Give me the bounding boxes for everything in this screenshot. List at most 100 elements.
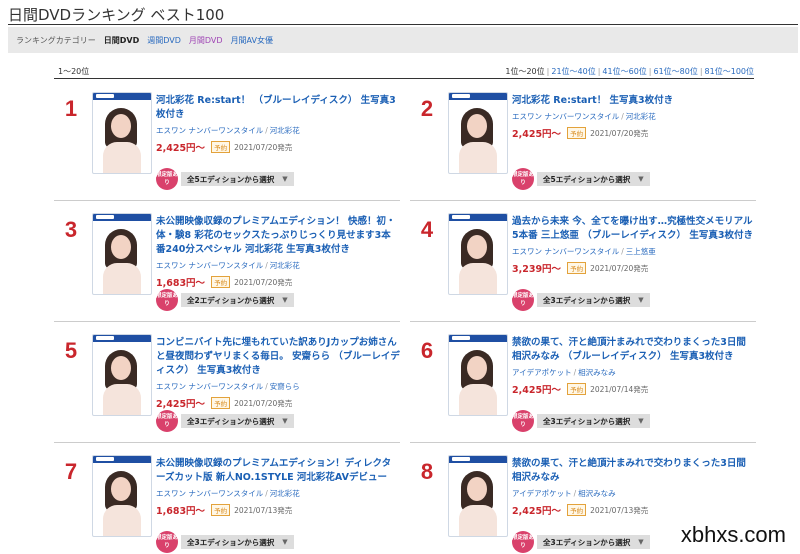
product-jacket-image[interactable] xyxy=(448,334,508,416)
product-title-link[interactable]: 河北彩花 Re:start！ 生写真3枚付き xyxy=(512,94,756,108)
limited-edition-badge: 限定版あり xyxy=(156,168,178,190)
bluray-band xyxy=(93,335,151,342)
limited-edition-badge: 限定版あり xyxy=(512,531,534,553)
product-title-link[interactable]: 未公開映像収録のプレミアムエディション！ 快感！初・体・験8 彩花のセックスたっ… xyxy=(156,215,400,257)
price: 1,683円〜 xyxy=(156,278,206,289)
category-daily-dvd[interactable]: 日間DVD xyxy=(104,35,139,46)
page-title: 日間DVDランキング ベスト100 xyxy=(8,6,225,24)
edition-select[interactable]: 全3エディションから選択 ▼ xyxy=(537,535,650,549)
product-title-link[interactable]: 過去から未来 今、全てを曝け出す…究極性交メモリアル5本番 三上悠亜 （ブルーレ… xyxy=(512,215,756,243)
maker-link[interactable]: エスワン ナンバーワンスタイル xyxy=(156,382,263,391)
watermark: xbhxs.com xyxy=(676,522,790,548)
product-jacket-image[interactable] xyxy=(448,92,508,174)
ranking-item: 4 過去から未来 今、全てを曝け出す…究極性交メモリアル5本番 三上悠亜 （ブル… xyxy=(410,201,756,322)
price: 2,425円〜 xyxy=(512,385,562,396)
bluray-band xyxy=(449,93,507,100)
preorder-badge: 予約 xyxy=(567,127,587,139)
price: 2,425円〜 xyxy=(156,399,206,410)
edition-select-label: 全3エディションから選択 xyxy=(543,295,631,305)
ranking-column-left: 1 河北彩花 Re:start！ （ブルーレイディスク） 生写真3枚付き エスワ… xyxy=(54,80,400,554)
product-title-link[interactable]: 禁欲の果て、汗と絶頂汁まみれで交わりまくった3日間 相沢みなみ （ブルーレイディ… xyxy=(512,336,756,364)
product-jacket-image[interactable] xyxy=(92,92,152,174)
edition-select[interactable]: 全5エディションから選択 ▼ xyxy=(537,172,650,186)
actress-link[interactable]: 河北彩花 xyxy=(270,261,300,270)
pager-link[interactable]: 21位〜40位 xyxy=(551,67,595,76)
actress-link[interactable]: 相沢みなみ xyxy=(578,489,616,498)
pager-link[interactable]: 1位〜20位 xyxy=(505,67,544,76)
price-row: 2,425円〜 予約 2021/07/20発売 xyxy=(512,126,756,140)
product-title-link[interactable]: 未公開映像収録のプレミアムエディション！ディレクターズカット版 新人NO.1ST… xyxy=(156,457,400,485)
edition-select[interactable]: 全2エディションから選択 ▼ xyxy=(181,293,294,307)
product-jacket-image[interactable] xyxy=(92,334,152,416)
ranking-item: 7 未公開映像収録のプレミアムエディション！ディレクターズカット版 新人NO.1… xyxy=(54,443,400,554)
maker-link[interactable]: エスワン ナンバーワンスタイル xyxy=(156,261,263,270)
limited-edition-badge: 限定版あり xyxy=(512,168,534,190)
product-meta: アイデアポケット / 相沢みなみ xyxy=(512,489,616,498)
product-meta: エスワン ナンバーワンスタイル / 安齋らら xyxy=(156,382,300,391)
product-meta: エスワン ナンバーワンスタイル / 河北彩花 xyxy=(512,112,656,121)
edition-select-label: 全5エディションから選択 xyxy=(543,174,631,184)
pager-link[interactable]: 81位〜100位 xyxy=(705,67,754,76)
edition-select[interactable]: 全3エディションから選択 ▼ xyxy=(181,535,294,549)
rank-number: 1 xyxy=(64,96,78,121)
maker-link[interactable]: エスワン ナンバーワンスタイル xyxy=(512,247,619,256)
edition-select-label: 全5エディションから選択 xyxy=(187,174,275,184)
release-date: 2021/07/20発売 xyxy=(234,398,293,408)
chevron-down-icon: ▼ xyxy=(282,538,288,546)
maker-link[interactable]: エスワン ナンバーワンスタイル xyxy=(156,489,263,498)
maker-link[interactable]: アイデアポケット xyxy=(512,368,572,377)
edition-select[interactable]: 全3エディションから選択 ▼ xyxy=(537,293,650,307)
release-date: 2021/07/20発売 xyxy=(234,277,293,287)
product-title-link[interactable]: 禁欲の果て、汗と絶頂汁まみれで交わりまくった3日間 相沢みなみ xyxy=(512,457,756,485)
release-date: 2021/07/14発売 xyxy=(590,384,649,394)
price: 2,425円〜 xyxy=(512,506,562,517)
price: 3,239円〜 xyxy=(512,264,562,275)
actress-link[interactable]: 安齋らら xyxy=(270,382,300,391)
preorder-badge: 予約 xyxy=(211,504,231,516)
pager-link[interactable]: 41位〜60位 xyxy=(602,67,646,76)
actress-link[interactable]: 河北彩花 xyxy=(626,112,656,121)
rank-number: 5 xyxy=(64,338,78,363)
price-row: 2,425円〜 予約 2021/07/13発売 xyxy=(512,503,756,517)
actress-link[interactable]: 河北彩花 xyxy=(270,489,300,498)
edition-select-label: 全3エディションから選択 xyxy=(543,537,631,547)
edition-select[interactable]: 全5エディションから選択 ▼ xyxy=(181,172,294,186)
actress-link[interactable]: 河北彩花 xyxy=(270,126,300,135)
product-meta: エスワン ナンバーワンスタイル / 河北彩花 xyxy=(156,489,300,498)
edition-row: 限定版あり 全3エディションから選択 ▼ xyxy=(512,531,650,553)
product-jacket-image[interactable] xyxy=(92,455,152,537)
price: 2,425円〜 xyxy=(156,143,206,154)
bluray-band xyxy=(93,456,151,463)
product-jacket-image[interactable] xyxy=(92,213,152,295)
ranking-item: 3 未公開映像収録のプレミアムエディション！ 快感！初・体・験8 彩花のセックス… xyxy=(54,201,400,322)
maker-link[interactable]: アイデアポケット xyxy=(512,489,572,498)
category-weekly-dvd[interactable]: 週間DVD xyxy=(147,35,181,46)
bluray-band xyxy=(449,456,507,463)
product-jacket-image[interactable] xyxy=(448,213,508,295)
release-date: 2021/07/13発売 xyxy=(590,505,649,515)
edition-select[interactable]: 全3エディションから選択 ▼ xyxy=(181,414,294,428)
rank-number: 4 xyxy=(420,217,434,242)
edition-select-label: 全3エディションから選択 xyxy=(187,416,275,426)
category-monthly-actress[interactable]: 月間AV女優 xyxy=(231,35,273,46)
price-row: 3,239円〜 予約 2021/07/20発売 xyxy=(512,261,756,275)
product-meta: アイデアポケット / 相沢みなみ xyxy=(512,368,616,377)
release-date: 2021/07/20発売 xyxy=(590,128,649,138)
edition-row: 限定版あり 全3エディションから選択 ▼ xyxy=(512,289,650,311)
actress-link[interactable]: 三上悠亜 xyxy=(626,247,656,256)
pager-link[interactable]: 61位〜80位 xyxy=(653,67,697,76)
price-row: 2,425円〜 予約 2021/07/20発売 xyxy=(156,396,400,410)
price-row: 1,683円〜 予約 2021/07/13発売 xyxy=(156,503,400,517)
maker-link[interactable]: エスワン ナンバーワンスタイル xyxy=(512,112,619,121)
bluray-band xyxy=(93,214,151,221)
product-title-link[interactable]: コンビニバイト先に埋もれていた訳ありJカップお姉さんと昼夜問わずヤリまくる毎日。… xyxy=(156,336,400,378)
ranking-item: 2 河北彩花 Re:start！ 生写真3枚付き エスワン ナンバーワンスタイル… xyxy=(410,80,756,201)
product-jacket-image[interactable] xyxy=(448,455,508,537)
preorder-badge: 予約 xyxy=(567,504,587,516)
category-monthly-dvd[interactable]: 月間DVD xyxy=(189,35,223,46)
edition-row: 限定版あり 全3エディションから選択 ▼ xyxy=(512,410,650,432)
product-title-link[interactable]: 河北彩花 Re:start！ （ブルーレイディスク） 生写真3枚付き xyxy=(156,94,400,122)
edition-select[interactable]: 全3エディションから選択 ▼ xyxy=(537,414,650,428)
actress-link[interactable]: 相沢みなみ xyxy=(578,368,616,377)
maker-link[interactable]: エスワン ナンバーワンスタイル xyxy=(156,126,263,135)
